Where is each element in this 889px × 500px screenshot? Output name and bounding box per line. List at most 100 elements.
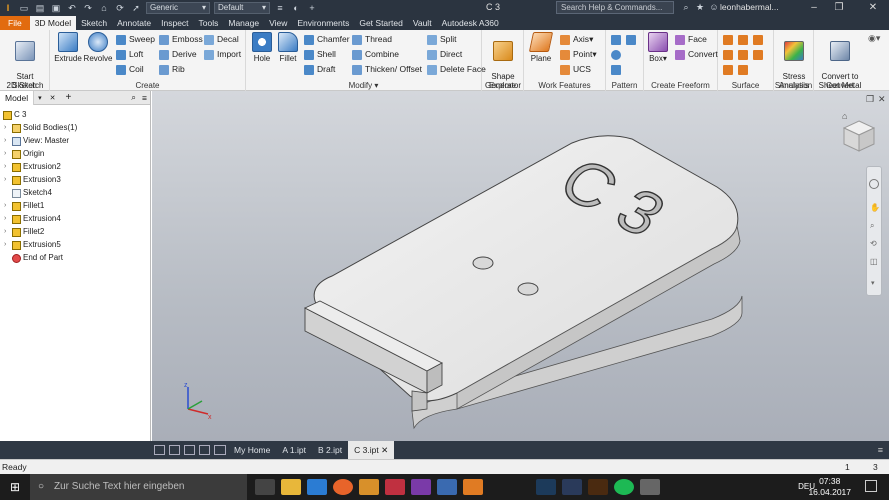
- select-icon[interactable]: ➚: [129, 3, 143, 14]
- shell-button[interactable]: Shell: [304, 48, 336, 61]
- rib-button[interactable]: Rib: [159, 63, 185, 76]
- steering-wheel-icon[interactable]: [869, 179, 879, 189]
- emboss-button[interactable]: Emboss: [159, 33, 203, 46]
- undo-icon[interactable]: ↶: [65, 3, 79, 14]
- sculpt-button[interactable]: [738, 33, 751, 46]
- tab-sketch[interactable]: Sketch: [76, 16, 112, 30]
- ucs-button[interactable]: UCS: [560, 63, 591, 76]
- orbit-icon[interactable]: ⟲: [870, 239, 877, 248]
- expand-icon[interactable]: ›: [4, 135, 12, 147]
- minimize-button[interactable]: –: [803, 1, 825, 14]
- modify-group-label[interactable]: Modify ▾: [246, 81, 481, 90]
- viewport-home-icon[interactable]: ⌂: [842, 111, 847, 121]
- home-icon[interactable]: ⌂: [97, 3, 111, 14]
- measure-icon[interactable]: ≡: [273, 3, 287, 14]
- inventor-icon[interactable]: [359, 479, 379, 495]
- browser-search-icon[interactable]: ⌕: [128, 92, 139, 103]
- thicken-offset-button[interactable]: Thicken/ Offset: [352, 63, 422, 76]
- browser-add-icon[interactable]: +: [60, 92, 78, 103]
- star-icon[interactable]: ★: [693, 2, 707, 13]
- tree-node-fillet2[interactable]: › Fillet2: [4, 226, 44, 238]
- expand-icon[interactable]: ›: [4, 239, 12, 251]
- app-icon[interactable]: I: [1, 3, 15, 14]
- loft-button[interactable]: Loft: [116, 48, 143, 61]
- arrange-icon[interactable]: [199, 445, 210, 455]
- tree-node-sketch4[interactable]: Sketch4: [12, 187, 52, 199]
- plus-icon[interactable]: +: [305, 3, 319, 14]
- rect-pattern-button[interactable]: [611, 33, 624, 46]
- user-name[interactable]: leonhabermal...: [720, 2, 779, 12]
- mirror-button[interactable]: [626, 33, 639, 46]
- doc-tab-close-icon[interactable]: ✕: [381, 445, 388, 455]
- sweep-button[interactable]: Sweep: [116, 33, 155, 46]
- tab-get-started[interactable]: Get Started: [354, 16, 407, 30]
- chamfer-button[interactable]: Chamfer: [304, 33, 350, 46]
- replace-face-button[interactable]: [753, 48, 766, 61]
- patch-button[interactable]: [753, 33, 766, 46]
- face-button[interactable]: Face: [675, 33, 707, 46]
- box-button[interactable]: Box▾: [646, 32, 670, 63]
- search-icon[interactable]: ⌕: [679, 2, 693, 13]
- ribbon-options-icon[interactable]: ◉▾: [868, 33, 880, 44]
- look-at-icon[interactable]: ◫: [870, 257, 878, 266]
- circular-pattern-button[interactable]: [611, 48, 624, 61]
- edge-icon[interactable]: [307, 479, 327, 495]
- trim-button[interactable]: [723, 48, 736, 61]
- pan-icon[interactable]: ✋: [870, 203, 880, 212]
- open-icon[interactable]: ▤: [33, 3, 47, 14]
- tree-node-origin[interactable]: › Origin: [4, 148, 44, 160]
- tab-view[interactable]: View: [264, 16, 292, 30]
- tab-file[interactable]: File: [0, 16, 30, 30]
- hole-button[interactable]: Hole: [250, 32, 274, 63]
- color-icon[interactable]: ◐: [289, 3, 303, 14]
- browser-tab-model[interactable]: Model: [0, 90, 35, 105]
- tab-autodesk-a360[interactable]: Autodesk A360: [437, 16, 504, 30]
- app-icon-blue[interactable]: [437, 479, 457, 495]
- direct-button[interactable]: Direct: [427, 48, 462, 61]
- maximize-button[interactable]: ❐: [828, 1, 850, 14]
- view-cube[interactable]: [842, 119, 876, 153]
- tab-3d-model[interactable]: 3D Model: [29, 16, 77, 30]
- start-button[interactable]: ⊞: [0, 474, 30, 500]
- spotify-icon[interactable]: [614, 479, 634, 495]
- revolve-button[interactable]: Revolve: [83, 32, 113, 63]
- tab-annotate[interactable]: Annotate: [112, 16, 156, 30]
- doc-tab-a1[interactable]: A 1.ipt: [276, 441, 312, 459]
- derive-button[interactable]: Derive: [159, 48, 197, 61]
- expand-icon[interactable]: ›: [4, 226, 12, 238]
- save-icon[interactable]: ▣: [49, 3, 63, 14]
- plane-button[interactable]: Plane: [528, 32, 554, 63]
- app-icon-gray[interactable]: [640, 479, 660, 495]
- tree-node-extrusion5[interactable]: › Extrusion5: [4, 239, 61, 251]
- tree-node-view[interactable]: › View: Master: [4, 135, 69, 147]
- user-icon[interactable]: ☺: [707, 2, 721, 13]
- tab-inspect[interactable]: Inspect: [156, 16, 193, 30]
- close-button[interactable]: ✕: [862, 1, 884, 14]
- appearance-select[interactable]: Generic ▾: [146, 2, 210, 14]
- tree-root[interactable]: C 3: [3, 109, 26, 121]
- fillet-button[interactable]: Fillet: [276, 32, 300, 63]
- new-icon[interactable]: ▭: [17, 3, 31, 14]
- viewport-close-icon[interactable]: ✕: [878, 94, 886, 105]
- split-button[interactable]: Split: [427, 33, 457, 46]
- update-icon[interactable]: ⟳: [113, 3, 127, 14]
- expand-icon[interactable]: ›: [4, 200, 12, 212]
- navbar-expand-icon[interactable]: ▾: [871, 279, 875, 287]
- tree-node-end-of-part[interactable]: End of Part: [12, 252, 63, 264]
- decal-button[interactable]: Decal: [204, 33, 239, 46]
- browser-menu-icon[interactable]: ≡: [139, 93, 150, 103]
- sketch-pattern-button[interactable]: [611, 63, 624, 76]
- expand-icon[interactable]: ›: [4, 174, 12, 186]
- tab-tools[interactable]: Tools: [194, 16, 224, 30]
- expand-icon[interactable]: ›: [4, 122, 12, 134]
- fit-mesh-button[interactable]: [738, 63, 751, 76]
- task-view-icon[interactable]: [255, 479, 275, 495]
- graphics-viewport[interactable]: C 3 ⌂ ❐ ✕ z x: [152, 91, 889, 441]
- tab-vault[interactable]: Vault: [408, 16, 437, 30]
- photoshop-icon[interactable]: [536, 479, 556, 495]
- tree-node-extrusion4[interactable]: › Extrusion4: [4, 213, 61, 225]
- notification-icon[interactable]: [865, 480, 877, 492]
- draft-button[interactable]: Draft: [304, 63, 335, 76]
- tab-manage[interactable]: Manage: [223, 16, 264, 30]
- thread-button[interactable]: Thread: [352, 33, 392, 46]
